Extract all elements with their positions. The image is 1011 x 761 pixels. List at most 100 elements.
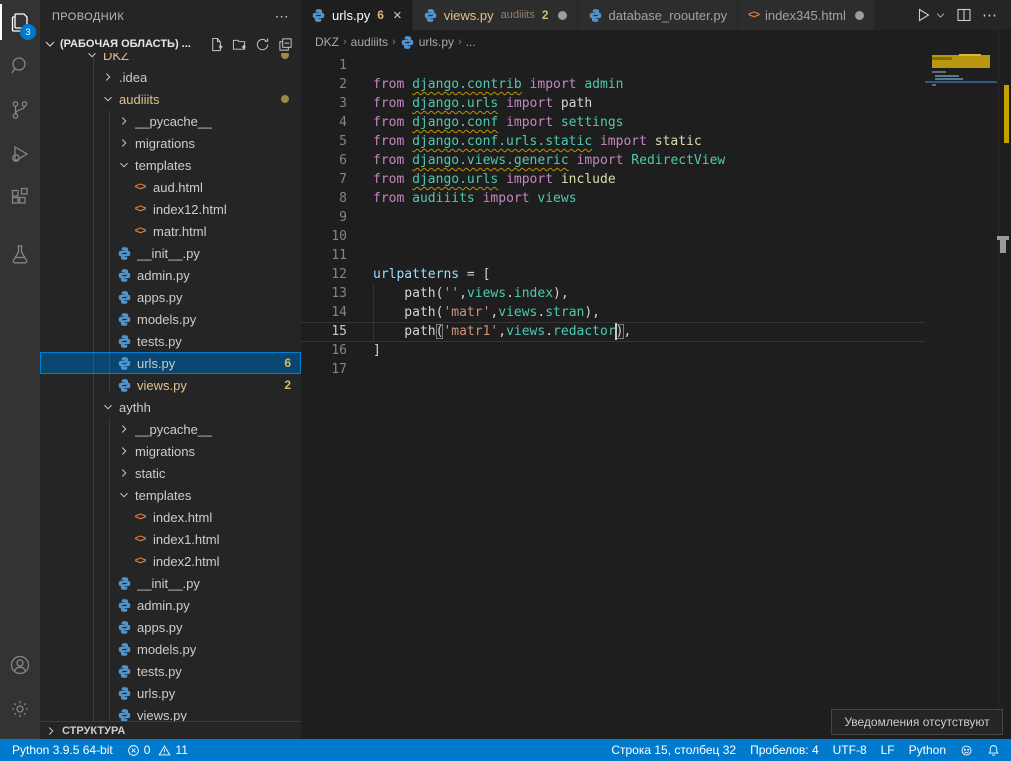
breadcrumb-item-audiiits[interactable]: audiiits	[351, 35, 388, 49]
split-editor-icon[interactable]	[956, 7, 972, 23]
code-line-4[interactable]: 4from django.conf import settings	[301, 113, 925, 132]
modified-dot[interactable]	[855, 11, 864, 20]
run-button[interactable]	[915, 7, 931, 23]
breadcrumb-item-urls-py[interactable]: urls.py	[400, 35, 454, 50]
code-line-17[interactable]: 17	[301, 360, 925, 379]
outline-section-header[interactable]: СТРУКТУРА	[40, 721, 301, 739]
tree-item-index2-html[interactable]: <>index2.html	[40, 550, 301, 572]
tree-item-index12-html[interactable]: <>index12.html	[40, 198, 301, 220]
tree-item-migrations[interactable]: migrations	[40, 132, 301, 154]
modified-dot[interactable]	[558, 11, 567, 20]
encoding-status[interactable]: UTF-8	[826, 739, 874, 761]
tree-item--pycache-[interactable]: __pycache__	[40, 418, 301, 440]
tree-item--idea[interactable]: .idea	[40, 66, 301, 88]
explorer-icon[interactable]: 3	[0, 0, 40, 44]
tree-item-index1-html[interactable]: <>index1.html	[40, 528, 301, 550]
sidebar-more-icon[interactable]: ⋯	[275, 8, 289, 25]
tree-item-views-py[interactable]: views.py	[40, 704, 301, 721]
tree-item-apps-py[interactable]: apps.py	[40, 616, 301, 638]
python-icon	[117, 246, 132, 261]
code-line-6[interactable]: 6from django.views.generic import Redire…	[301, 151, 925, 170]
code-line-15[interactable]: 15 path('matr1',views.redactor),	[301, 322, 925, 341]
tab-views-py[interactable]: views.pyaudiiits2	[413, 0, 578, 30]
run-dropdown-chevron-icon[interactable]	[935, 7, 946, 23]
tree-item-urls-py[interactable]: urls.py6	[40, 352, 301, 374]
tree-item-aythh[interactable]: aythh	[40, 396, 301, 418]
code-line-9[interactable]: 9	[301, 208, 925, 227]
settings-gear-icon[interactable]	[0, 687, 40, 731]
code-line-10[interactable]: 10	[301, 227, 925, 246]
code-line-1[interactable]: 1	[301, 56, 925, 75]
feedback-icon[interactable]	[953, 739, 980, 761]
code-line-7[interactable]: 7from django.urls import include	[301, 170, 925, 189]
code-line-13[interactable]: 13 path('',views.index),	[301, 284, 925, 303]
notifications-bell-icon[interactable]	[980, 739, 1007, 761]
tree-item-matr-html[interactable]: <>matr.html	[40, 220, 301, 242]
scrollbar[interactable]	[997, 30, 1011, 739]
minimap[interactable]	[925, 30, 997, 739]
source-control-icon[interactable]	[0, 88, 40, 132]
tree-item--pycache-[interactable]: __pycache__	[40, 110, 301, 132]
new-folder-icon[interactable]	[232, 37, 247, 52]
tree-item-templates[interactable]: templates	[40, 154, 301, 176]
testing-icon[interactable]	[0, 232, 40, 276]
breadcrumb-item--[interactable]: ...	[466, 35, 476, 49]
tree-item-models-py[interactable]: models.py	[40, 308, 301, 330]
tree-item-label: admin.py	[137, 598, 190, 613]
tree-item-dkz[interactable]: DKZ	[40, 53, 301, 66]
chevron-right-icon	[117, 444, 131, 458]
tree-item-models-py[interactable]: models.py	[40, 638, 301, 660]
more-actions-icon[interactable]: ⋯	[982, 6, 997, 24]
python-interpreter-status[interactable]: Python 3.9.5 64-bit	[0, 739, 120, 761]
tree-item-tests-py[interactable]: tests.py	[40, 660, 301, 682]
tree-item-migrations[interactable]: migrations	[40, 440, 301, 462]
eol-status[interactable]: LF	[874, 739, 902, 761]
tree-item-views-py[interactable]: views.py2	[40, 374, 301, 396]
tree-item-urls-py[interactable]: urls.py	[40, 682, 301, 704]
code-line-8[interactable]: 8from audiiits import views	[301, 189, 925, 208]
indentation-status[interactable]: Пробелов: 4	[743, 739, 826, 761]
code-line-3[interactable]: 3from django.urls import path	[301, 94, 925, 113]
tree-item-static[interactable]: static	[40, 462, 301, 484]
tree-item-admin-py[interactable]: admin.py	[40, 594, 301, 616]
workspace-section-header[interactable]: (РАБОЧАЯ ОБЛАСТЬ) ...	[40, 33, 301, 55]
code-line-2[interactable]: 2from django.contrib import admin	[301, 75, 925, 94]
tree-item-index-html[interactable]: <>index.html	[40, 506, 301, 528]
refresh-icon[interactable]	[255, 37, 270, 52]
tab-database-roouter-py[interactable]: database_roouter.py	[578, 0, 739, 30]
sidebar-title: ПРОВОДНИК	[52, 11, 124, 23]
code-line-16[interactable]: 16]	[301, 341, 925, 360]
code-line-12[interactable]: 12urlpatterns = [	[301, 265, 925, 284]
tree-item-templates[interactable]: templates	[40, 484, 301, 506]
tree-item-admin-py[interactable]: admin.py	[40, 264, 301, 286]
tree-item--init-py[interactable]: __init__.py	[40, 242, 301, 264]
code-line-14[interactable]: 14 path('matr',views.stran),	[301, 303, 925, 322]
search-icon[interactable]	[0, 44, 40, 88]
tab-urls-py[interactable]: urls.py6×	[301, 0, 413, 30]
breadcrumb-item-dkz[interactable]: DKZ	[315, 35, 339, 49]
language-mode-status[interactable]: Python	[902, 739, 953, 761]
cursor-position-status[interactable]: Строка 15, столбец 32	[604, 739, 743, 761]
tree-item-aud-html[interactable]: <>aud.html	[40, 176, 301, 198]
vscode-window: 3 ПРОВОДНИК ⋯	[0, 0, 1011, 761]
close-icon[interactable]: ×	[393, 8, 402, 23]
problems-status[interactable]: 0 11	[120, 739, 195, 761]
line-number: 6	[301, 151, 347, 170]
code-editor[interactable]: 12from django.contrib import admin3from …	[301, 56, 925, 739]
tree-item-tests-py[interactable]: tests.py	[40, 330, 301, 352]
modified-dot	[281, 53, 289, 59]
account-icon[interactable]	[0, 643, 40, 687]
tree-item--init-py[interactable]: __init__.py	[40, 572, 301, 594]
tree-item-label: audiiits	[119, 92, 159, 107]
code-line-11[interactable]: 11	[301, 246, 925, 265]
tree-item-audiiits[interactable]: audiiits	[40, 88, 301, 110]
tree-item-apps-py[interactable]: apps.py	[40, 286, 301, 308]
tree-item-label: index1.html	[153, 532, 219, 547]
run-debug-icon[interactable]	[0, 132, 40, 176]
tree-item-label: migrations	[135, 136, 195, 151]
tab-index345-html[interactable]: <>index345.html	[738, 0, 875, 30]
collapse-all-icon[interactable]	[278, 37, 293, 52]
code-line-5[interactable]: 5from django.conf.urls.static import sta…	[301, 132, 925, 151]
new-file-icon[interactable]	[209, 37, 224, 52]
extensions-icon[interactable]	[0, 176, 40, 220]
